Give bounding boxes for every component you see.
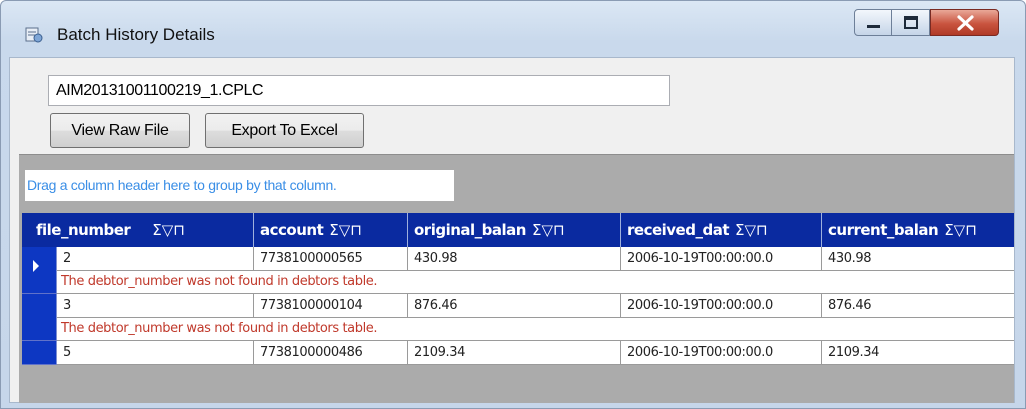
column-header-original-balance[interactable]: original_balan Σ▽⊓ (408, 213, 621, 247)
title-bar[interactable]: Batch History Details (1, 1, 1025, 47)
column-header-account[interactable]: account Σ▽⊓ (254, 213, 408, 247)
column-header-received-date[interactable]: received_dat Σ▽⊓ (621, 213, 822, 247)
column-tools-icon[interactable]: Σ▽⊓ (735, 221, 768, 239)
column-tools-icon[interactable]: Σ▽⊓ (944, 221, 977, 239)
row-indicator[interactable] (22, 341, 57, 365)
column-label: original_balan (414, 221, 526, 239)
column-tools-icon[interactable]: Σ▽⊓ (329, 221, 362, 239)
table-cell[interactable]: 876.46 (822, 294, 1014, 318)
maximize-button[interactable] (892, 9, 930, 36)
view-raw-file-button[interactable]: View Raw File (50, 113, 190, 148)
grid-header-row: file_number Σ▽⊓ account Σ▽⊓ original_balan… (22, 213, 1014, 247)
column-header-current-balance[interactable]: current_balan Σ▽⊓ (822, 213, 1014, 247)
window-title: Batch History Details (57, 25, 215, 44)
column-label: account (260, 221, 324, 239)
table-cell[interactable]: 7738100000486 (254, 341, 408, 365)
table-cell[interactable]: 2 (57, 247, 254, 271)
export-to-excel-button[interactable]: Export To Excel (205, 113, 364, 148)
column-tools-icon[interactable]: Σ▽⊓ (152, 221, 185, 239)
column-label: current_balan (828, 221, 939, 239)
close-button[interactable] (930, 9, 999, 36)
row-error-message: The debtor_number was not found in debto… (57, 318, 1014, 341)
group-by-panel[interactable]: Drag a column header here to group by th… (25, 170, 454, 201)
batch-history-window: Batch History Details AIM20131001100219_… (0, 0, 1026, 409)
table-cell[interactable]: 2109.34 (408, 341, 621, 365)
close-icon (957, 15, 974, 31)
table-cell[interactable]: 7738100000565 (254, 247, 408, 271)
table-cell[interactable]: 2006-10-19T00:00:00.0 (621, 294, 822, 318)
table-cell[interactable]: 3 (57, 294, 254, 318)
minimize-button[interactable] (854, 9, 892, 36)
table-cell[interactable]: 876.46 (408, 294, 621, 318)
maximize-icon (904, 16, 918, 29)
table-cell[interactable]: 430.98 (822, 247, 1014, 271)
column-tools-icon[interactable]: Σ▽⊓ (532, 221, 565, 239)
data-grid: Drag a column header here to group by th… (19, 154, 1014, 403)
window-content: AIM20131001100219_1.CPLC View Raw File E… (9, 57, 1015, 403)
current-row-arrow-icon (33, 260, 39, 272)
column-label: file_number (36, 221, 131, 239)
table-cell[interactable]: 430.98 (408, 247, 621, 271)
file-name-field[interactable]: AIM20131001100219_1.CPLC (48, 75, 670, 106)
row-indicator[interactable] (22, 247, 57, 294)
table-cell[interactable]: 2006-10-19T00:00:00.0 (621, 247, 822, 271)
batch-history-icon (25, 27, 43, 43)
minimize-icon (867, 25, 880, 28)
table-cell[interactable]: 7738100000104 (254, 294, 408, 318)
column-label: received_dat (627, 221, 730, 239)
row-indicator[interactable] (22, 294, 57, 341)
table-cell[interactable]: 5 (57, 341, 254, 365)
row-error-message: The debtor_number was not found in debto… (57, 271, 1014, 294)
table-cell[interactable]: 2109.34 (822, 341, 1014, 365)
column-header-file-number[interactable]: file_number Σ▽⊓ (22, 213, 254, 247)
table-cell[interactable]: 2006-10-19T00:00:00.0 (621, 341, 822, 365)
